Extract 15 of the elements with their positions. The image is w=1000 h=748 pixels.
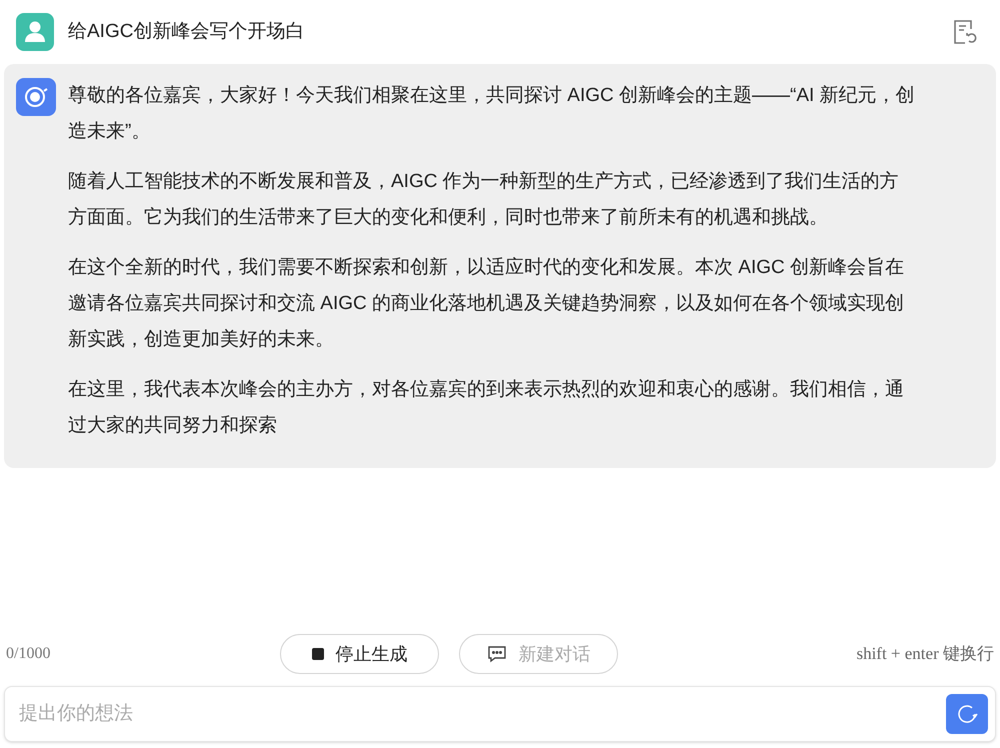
answer-paragraph: 在这个全新的时代，我们需要不断探索和创新，以适应时代的变化和发展。本次 AIGC 创新峰会旨在邀请各位嘉宾共同探讨和交流 AIGC 的商业化落地机遇及关键趋势洞察，以及如何在各个领域实现创新实践，创造更加美好的未来。 <box>68 256 906 352</box>
stop-generating-button[interactable]: 停止生成 <box>280 634 439 674</box>
answer-paragraph: 在这里，我代表本次峰会的主办方，对各位嘉宾的到来表示热烈的欢迎和衷心的感谢。我们相信，通过大家的共同努力和探索 <box>68 378 905 438</box>
stop-icon <box>312 648 324 660</box>
refresh-icon <box>956 703 978 725</box>
answer-paragraph: 随着人工智能技术的不断发展和普及，AIGC 作为一种新型的生产方式，已经渗透到了我们生活的方方面面。它为我们的生活带来了巨大的变化和便利，同时也带来了前所未有的机遇和挑战。 <box>68 170 900 230</box>
input-field[interactable]: 提出你的想法 <box>4 686 996 742</box>
user-avatar <box>16 13 54 51</box>
newline-hint: shift + enter 键换行 <box>856 643 994 666</box>
character-counter: 0/1000 <box>6 644 52 664</box>
send-button[interactable] <box>946 694 988 734</box>
user-message: 给AIGC创新峰会写个开场白 <box>68 20 304 44</box>
answer-paragraph: 尊敬的各位嘉宾，大家好！今天我们相聚在这里，共同探讨 AIGC 创新峰会的主题——“AI 新纪元，创造未来”。 <box>68 84 916 144</box>
chat-bubble-icon <box>486 645 506 663</box>
assistant-avatar <box>16 78 56 116</box>
